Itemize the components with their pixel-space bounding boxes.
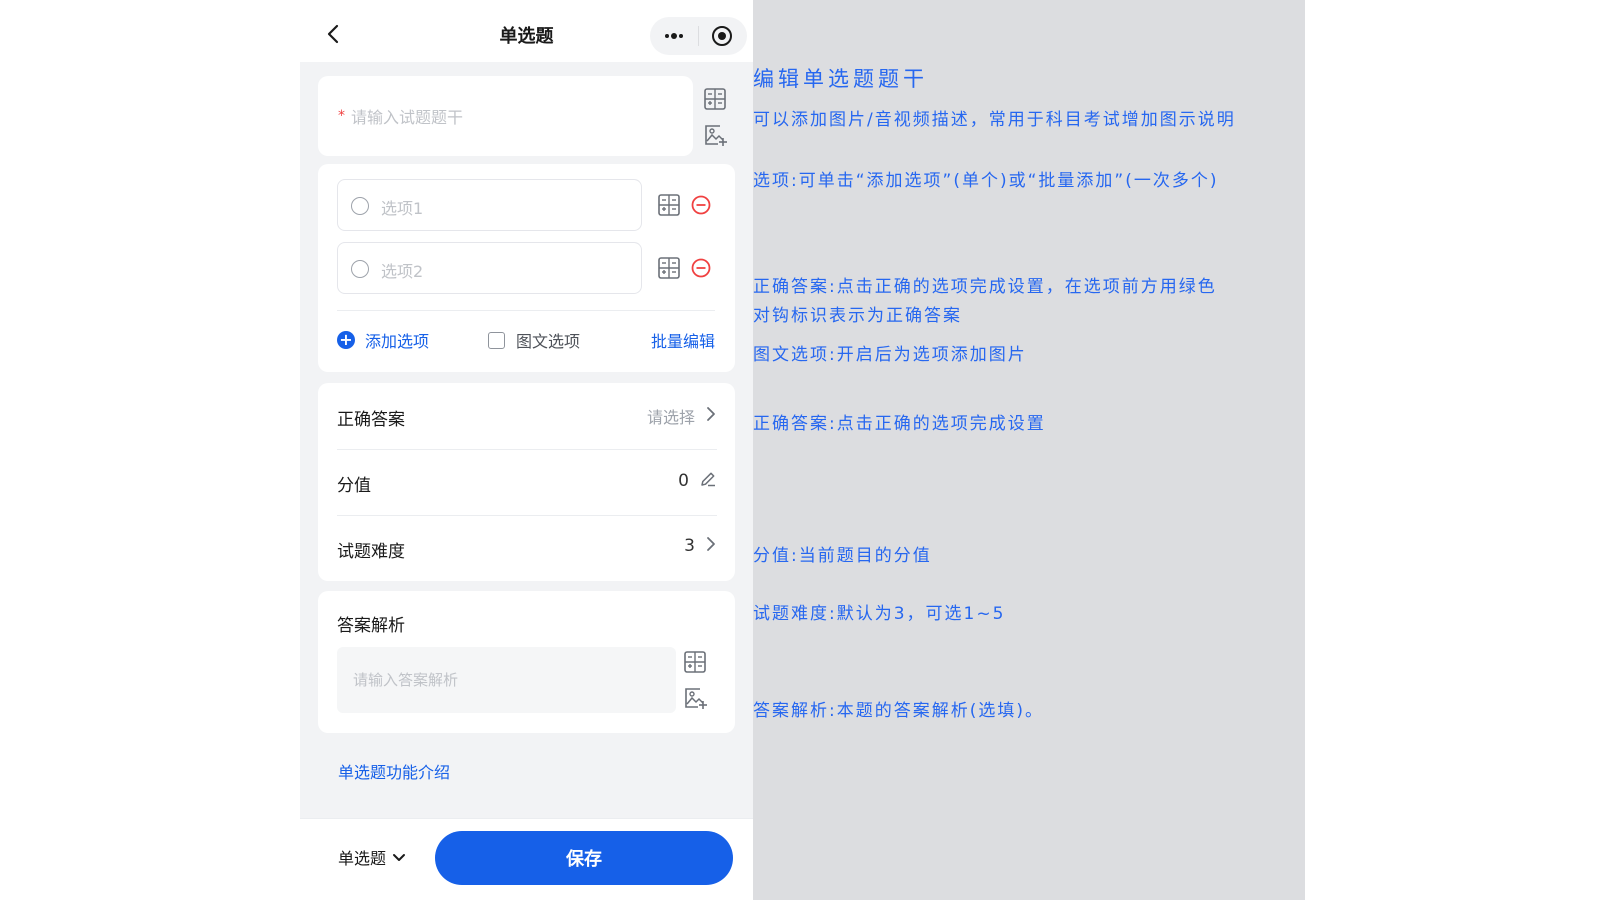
phone-screen: 单选题 * 请输入试题题干 选项1 选项2 + 添加选项 图文选项 批量编辑 正… xyxy=(300,0,753,900)
option-input-2[interactable]: 选项2 xyxy=(337,242,642,294)
option-placeholder: 选项1 xyxy=(381,199,424,218)
option-radio[interactable] xyxy=(351,260,369,278)
annotation-difficulty: 试题难度:默认为3，可选1~5 xyxy=(753,604,1006,624)
chevron-right-icon xyxy=(705,406,717,426)
formula-icon[interactable] xyxy=(682,649,708,675)
batch-edit-link[interactable]: 批量编辑 xyxy=(651,328,715,352)
formula-icon[interactable] xyxy=(702,86,728,112)
analysis-card: 答案解析 请输入答案解析 xyxy=(318,591,735,733)
remove-option-icon[interactable] xyxy=(690,194,712,216)
score-row[interactable]: 分值 0 xyxy=(318,449,735,515)
analysis-input[interactable]: 请输入答案解析 xyxy=(337,647,676,713)
annotation-score: 分值:当前题目的分值 xyxy=(753,546,932,566)
analysis-placeholder: 请输入答案解析 xyxy=(353,671,459,689)
add-option-button[interactable]: + 添加选项 xyxy=(337,328,429,352)
image-option-toggle[interactable]: 图文选项 xyxy=(488,328,580,352)
feature-intro-link[interactable]: 单选题功能介绍 xyxy=(338,759,450,783)
close-target-icon[interactable] xyxy=(710,24,734,48)
correct-answer-row[interactable]: 正确答案 请选择 xyxy=(318,383,735,449)
add-circle-icon: + xyxy=(337,331,355,349)
checkbox[interactable] xyxy=(488,331,505,349)
annotation-correct-line2: 对钩标识表示为正确答案 xyxy=(753,306,962,326)
remove-option-icon[interactable] xyxy=(690,257,712,279)
capsule-divider xyxy=(698,26,699,46)
correct-answer-label: 正确答案 xyxy=(337,410,405,430)
annotation-image-option: 图文选项:开启后为选项添加图片 xyxy=(753,345,1027,365)
chevron-down-icon xyxy=(392,848,406,867)
nav-bar: 单选题 xyxy=(300,0,753,62)
more-icon[interactable] xyxy=(662,24,686,48)
correct-answer-hint: 请选择 xyxy=(646,408,695,427)
mini-program-capsule xyxy=(650,17,747,55)
difficulty-row[interactable]: 试题难度 3 xyxy=(318,515,735,581)
divider xyxy=(337,310,715,311)
add-image-icon[interactable] xyxy=(702,122,728,148)
edit-pencil-icon[interactable] xyxy=(699,470,717,492)
stem-card: * 请输入试题题干 xyxy=(318,76,693,156)
option-radio[interactable] xyxy=(351,197,369,215)
annotation-stem-title: 编辑单选题题干 xyxy=(753,67,928,91)
annotation-analysis: 答案解析:本题的答案解析(选填)。 xyxy=(753,701,1044,721)
settings-card: 正确答案 请选择 分值 0 试题难度 3 xyxy=(318,383,735,581)
image-option-label: 图文选项 xyxy=(516,332,581,351)
add-option-label: 添加选项 xyxy=(365,332,430,351)
question-type-label: 单选题 xyxy=(338,849,387,868)
annotation-correct-line1: 正确答案:点击正确的选项完成设置，在选项前方用绿色 xyxy=(753,277,1217,297)
options-card: 选项1 选项2 + 添加选项 图文选项 批量编辑 xyxy=(318,164,735,372)
analysis-title: 答案解析 xyxy=(337,616,405,636)
difficulty-value: 3 xyxy=(684,536,695,556)
annotation-options: 选项:可单击“添加选项”(单个)或“批量添加”(一次多个) xyxy=(753,171,1219,191)
score-value: 0 xyxy=(678,471,689,491)
formula-icon[interactable] xyxy=(656,255,682,281)
difficulty-label: 试题难度 xyxy=(337,542,405,562)
option-input-1[interactable]: 选项1 xyxy=(337,179,642,231)
save-button[interactable]: 保存 xyxy=(435,831,733,885)
add-image-icon[interactable] xyxy=(682,685,708,711)
chevron-right-icon xyxy=(705,536,717,556)
bottom-bar: 单选题 保存 xyxy=(300,818,753,900)
stem-placeholder: 请输入试题题干 xyxy=(351,108,464,127)
annotation-correct-answer: 正确答案:点击正确的选项完成设置 xyxy=(753,414,1046,434)
question-type-select[interactable]: 单选题 xyxy=(338,845,412,869)
option-placeholder: 选项2 xyxy=(381,262,424,281)
score-label: 分值 xyxy=(337,476,371,496)
required-mark: * xyxy=(338,108,345,124)
stem-input[interactable]: * 请输入试题题干 xyxy=(338,104,668,128)
annotation-stem-desc: 可以添加图片/音视频描述，常用于科目考试增加图示说明 xyxy=(753,110,1236,130)
formula-icon[interactable] xyxy=(656,192,682,218)
annotation-panel: 编辑单选题题干 可以添加图片/音视频描述，常用于科目考试增加图示说明 选项:可单… xyxy=(753,0,1305,900)
